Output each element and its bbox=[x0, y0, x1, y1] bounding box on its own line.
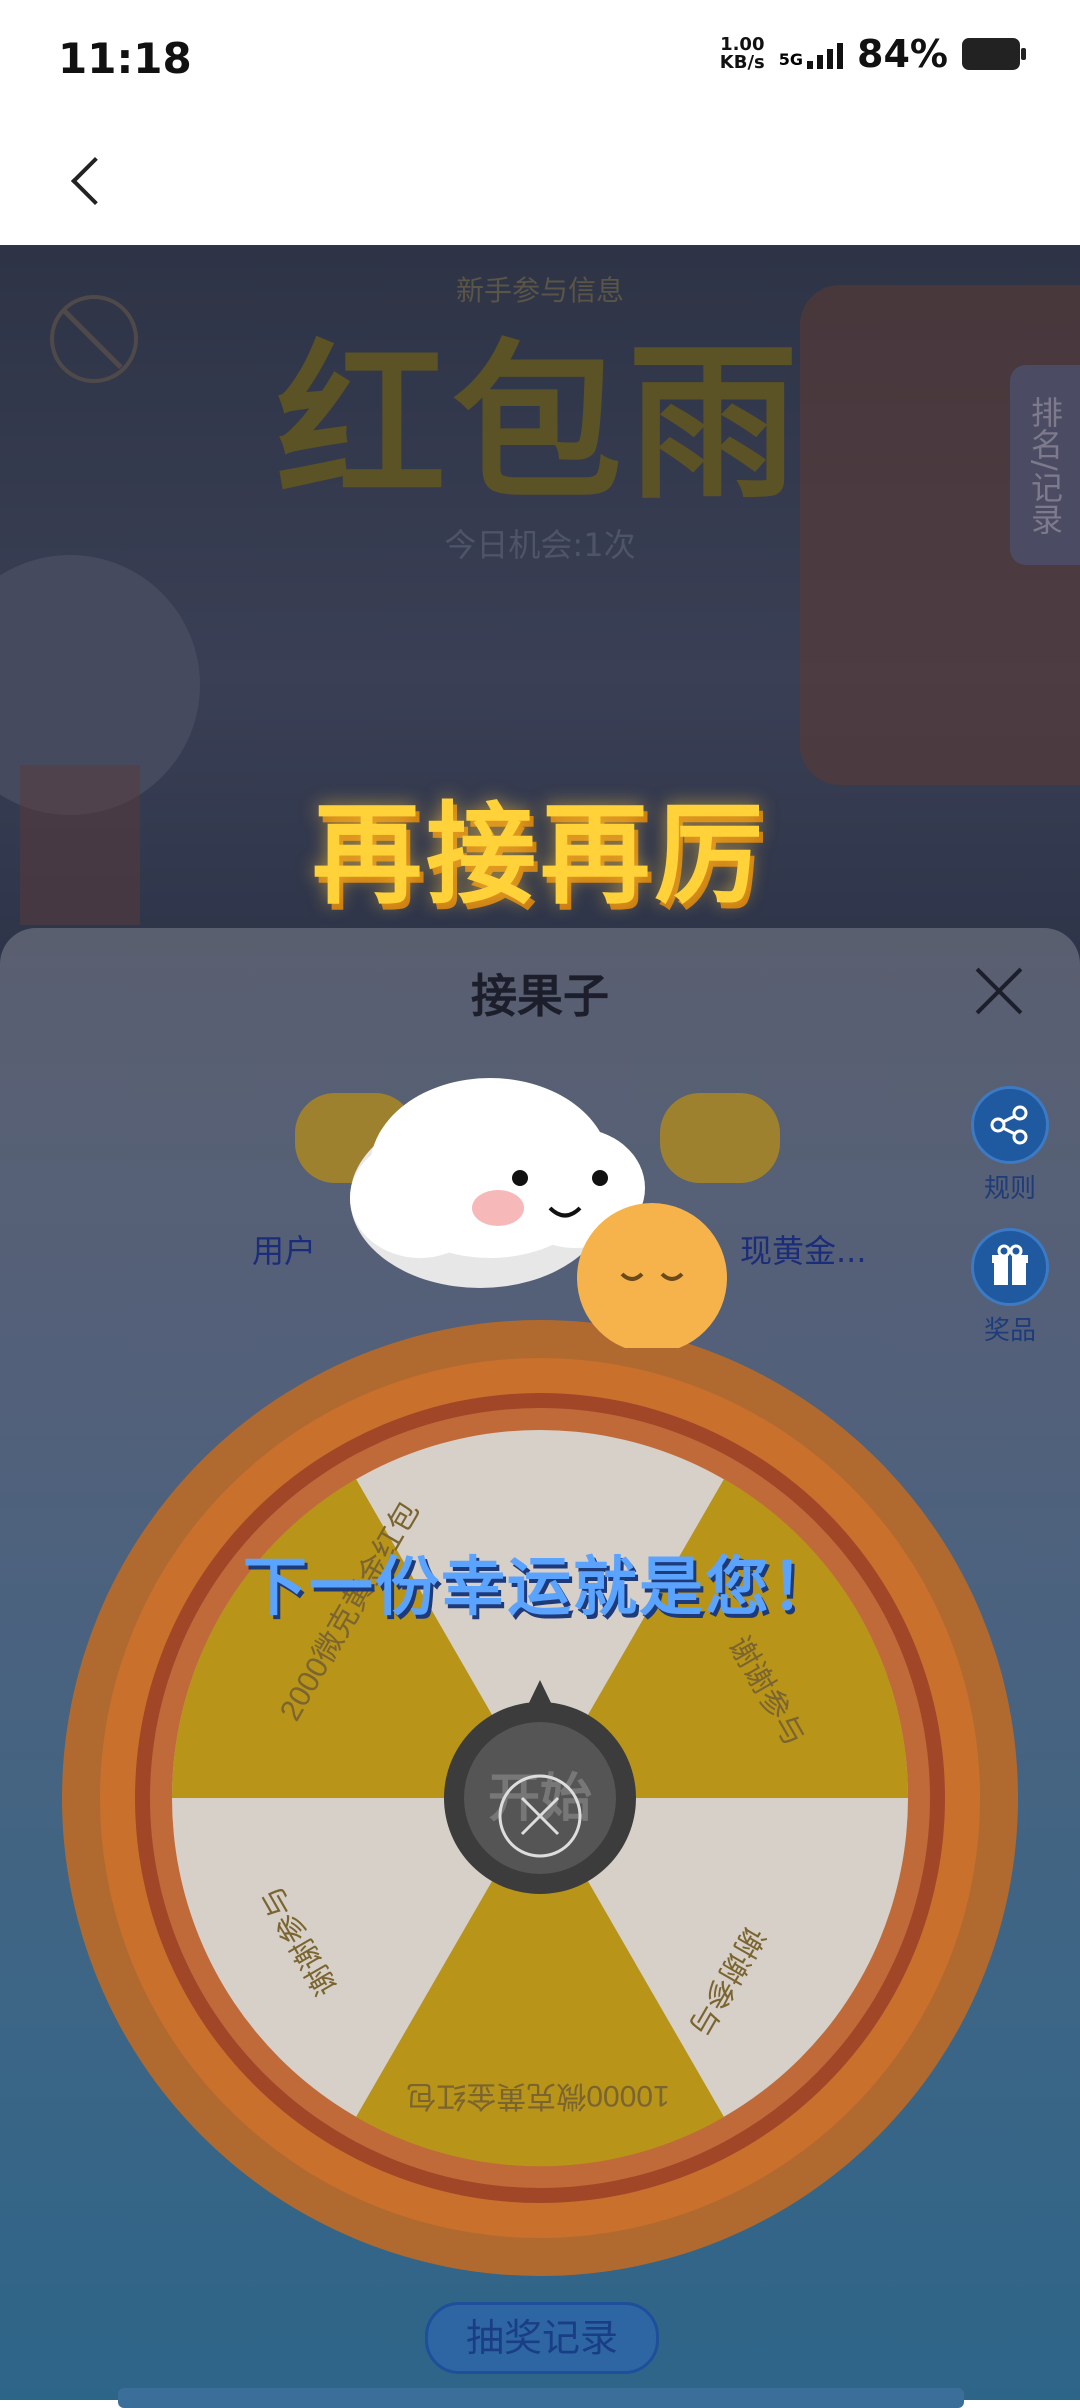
sheet-title: 接果子 bbox=[471, 969, 609, 1023]
result-text: 再接再厉 bbox=[312, 791, 768, 919]
share-icon bbox=[971, 1086, 1049, 1164]
bottom-tab-strip bbox=[118, 2388, 964, 2408]
lucky-message: 下一份幸运就是您！ bbox=[243, 1551, 837, 1625]
status-bar: 11:18 1.00 KB/s 5G 84% bbox=[0, 0, 1080, 120]
signal-icon: 5G bbox=[779, 39, 844, 69]
wheel-graphic: 2000微克黄金红包 谢谢参与 谢谢参与 10000微克黄金红包 谢谢参与 开始 bbox=[62, 1320, 1018, 2276]
back-button[interactable] bbox=[60, 148, 120, 218]
prize-wheel: 2000微克黄金红包 谢谢参与 谢谢参与 10000微克黄金红包 谢谢参与 开始 bbox=[58, 1316, 1022, 2280]
close-button[interactable] bbox=[972, 964, 1026, 1018]
battery-percent: 84% bbox=[857, 32, 948, 76]
rules-button[interactable]: 规则 bbox=[970, 1086, 1050, 1205]
battery-icon bbox=[962, 38, 1026, 70]
network-speed: 1.00 KB/s bbox=[719, 34, 765, 73]
banner-description-left: 用户 bbox=[252, 1232, 317, 1270]
cloud-sun-illustration bbox=[330, 1048, 780, 1353]
status-icons: 1.00 KB/s 5G 84% bbox=[719, 32, 1026, 76]
chances-remaining: 今日机会:1次 bbox=[444, 526, 636, 564]
red-packet-rain-title: 红包雨 bbox=[275, 325, 804, 523]
clock: 11:18 bbox=[58, 34, 192, 83]
ranking-records-tab[interactable]: 排名/记录 bbox=[1010, 365, 1080, 565]
gift-icon bbox=[971, 1228, 1049, 1306]
wheel-segment-label: 10000微克黄金红包 bbox=[406, 2079, 669, 2112]
nav-bar bbox=[0, 120, 1080, 245]
draw-records-button[interactable]: 抽奖记录 bbox=[425, 2302, 659, 2374]
